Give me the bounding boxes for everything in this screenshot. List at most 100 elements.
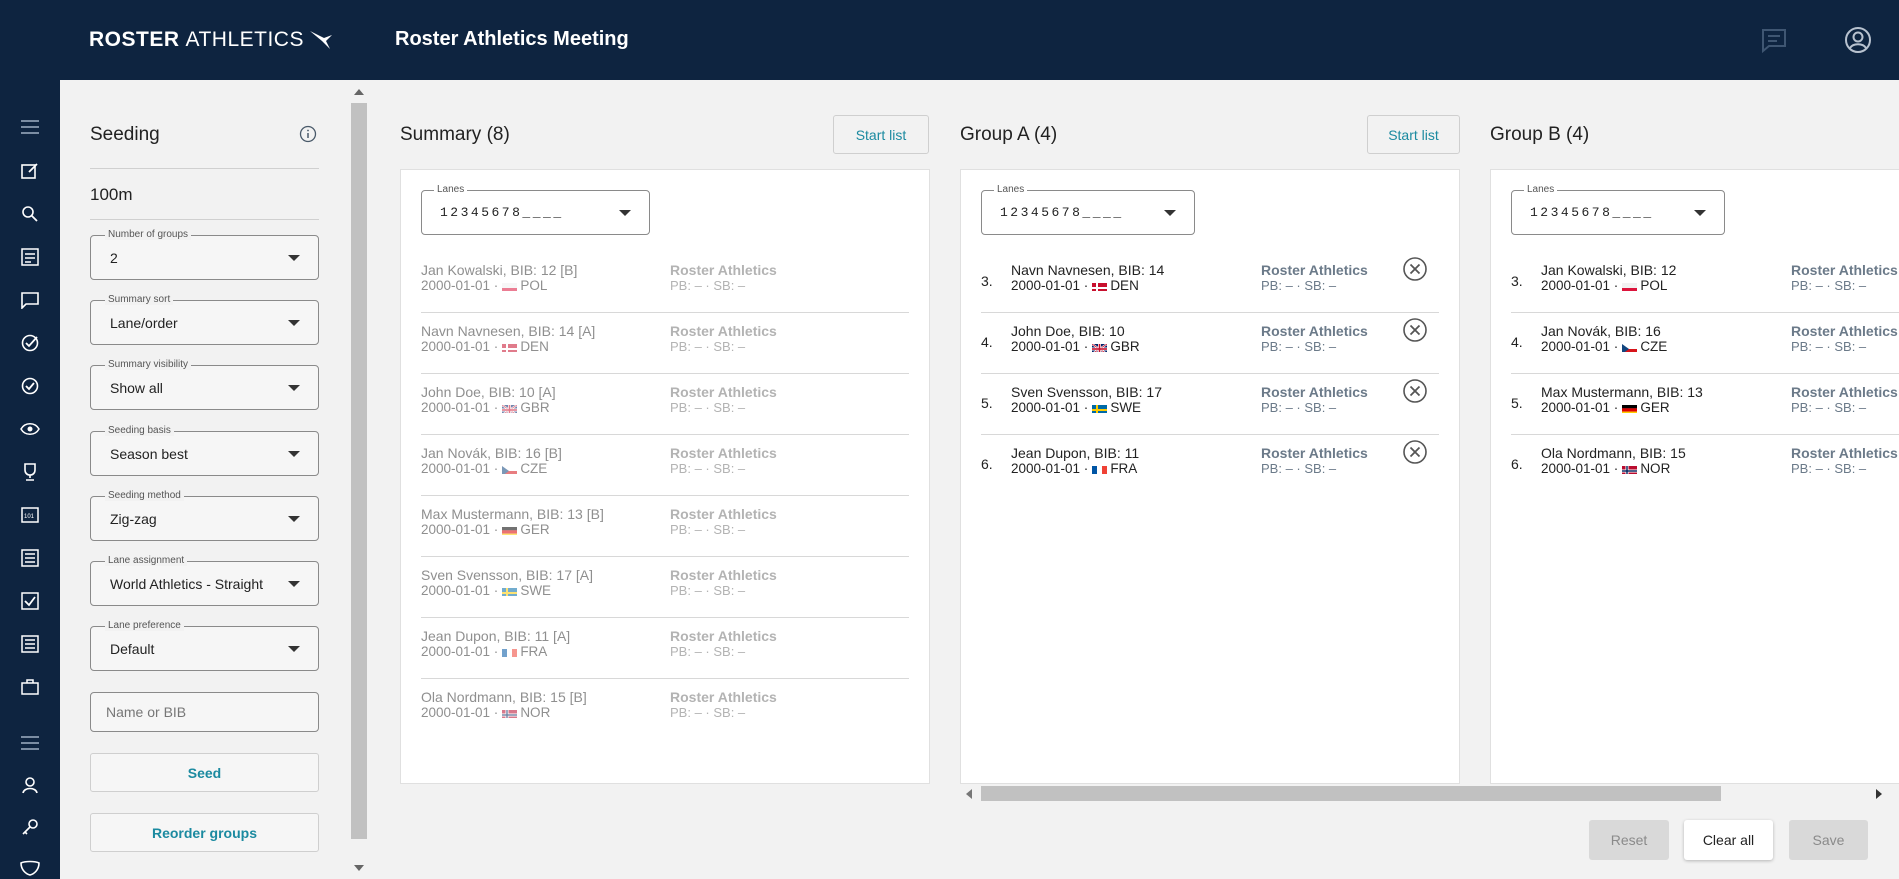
menu-icon[interactable]: [18, 731, 42, 755]
country-code: CZE: [1640, 339, 1668, 354]
athlete-row[interactable]: 5. Max Mustermann, BIB: 13 2000-01-01 · GER…: [1511, 374, 1899, 435]
summary-start-list-button[interactable]: Start list: [833, 115, 929, 154]
flag-icon: [1622, 281, 1638, 291]
group-b-lanes-select[interactable]: Lanes 12345678____: [1511, 184, 1725, 235]
remove-icon[interactable]: [1402, 256, 1428, 282]
trophy-icon[interactable]: [18, 460, 42, 484]
reset-button[interactable]: Reset: [1589, 820, 1669, 860]
lane-number: 4.: [981, 334, 993, 350]
scroll-down-icon[interactable]: [354, 865, 364, 871]
athlete-name: John Doe, BIB: 10: [1011, 323, 1125, 339]
athlete-row[interactable]: Jan Kowalski, BIB: 12 [B] 2000-01-01 · POL…: [421, 252, 909, 313]
athlete-row[interactable]: Max Mustermann, BIB: 13 [B] 2000-01-01 · G…: [421, 496, 909, 557]
athlete-details: 2000-01-01 · GBR: [1011, 339, 1140, 354]
seeding-method-select[interactable]: Seeding method Zig-zag: [90, 490, 319, 541]
briefcase-icon[interactable]: [18, 675, 42, 699]
flag-icon: [502, 708, 518, 718]
remove-icon[interactable]: [1402, 439, 1428, 465]
club-name: Roster Athletics: [1261, 384, 1368, 400]
athlete-details: 2000-01-01 · SWE: [421, 583, 551, 598]
check-icon[interactable]: [18, 374, 42, 398]
message-icon[interactable]: [18, 288, 42, 312]
lane-preference-select[interactable]: Lane preference Default: [90, 620, 319, 671]
reorder-groups-button[interactable]: Reorder groups: [90, 813, 319, 852]
summary-sort-select[interactable]: Summary sort Lane/order: [90, 294, 319, 345]
group-a-title: Group A (4): [960, 124, 1058, 145]
key-icon[interactable]: [18, 815, 42, 839]
group-a-start-list-button[interactable]: Start list: [1367, 115, 1460, 154]
athlete-details: 2000-01-01 · CZE: [1541, 339, 1667, 354]
remove-icon[interactable]: [1402, 317, 1428, 343]
birth-date: 2000-01-01 ·: [1541, 461, 1619, 476]
athlete-row[interactable]: Jean Dupon, BIB: 11 [A] 2000-01-01 · FRA Ro…: [421, 618, 909, 679]
scroll-left-icon[interactable]: [966, 789, 972, 799]
info-icon[interactable]: [299, 125, 317, 143]
number-of-groups-select[interactable]: Number of groups 2: [90, 229, 319, 280]
person-icon[interactable]: [18, 773, 42, 797]
checkbox-icon[interactable]: [18, 589, 42, 613]
shield-icon[interactable]: [18, 856, 42, 879]
athlete-name: Sven Svensson, BIB: 17 [A]: [421, 567, 593, 583]
summary-lanes-select[interactable]: Lanes 12345678____: [421, 184, 650, 235]
chevron-down-icon: [288, 516, 300, 522]
seeding-basis-select[interactable]: Seeding basis Season best: [90, 425, 319, 476]
save-button[interactable]: Save: [1789, 820, 1868, 860]
roster-athletics-logo[interactable]: ROSTER ATHLETICS: [89, 28, 334, 52]
vertical-scrollbar[interactable]: [350, 86, 368, 879]
lane-assignment-select[interactable]: Lane assignment World Athletics - Straig…: [90, 555, 319, 606]
athlete-name: Jan Novák, BIB: 16: [1541, 323, 1661, 339]
athlete-row[interactable]: 6. Ola Nordmann, BIB: 15 2000-01-01 · NOR Ro…: [1511, 435, 1899, 496]
athlete-row[interactable]: Jan Novák, BIB: 16 [B] 2000-01-01 · CZE Ros…: [421, 435, 909, 496]
menu-icon[interactable]: [18, 115, 42, 139]
country-code: NOR: [1640, 461, 1671, 476]
logo-bird-icon: [309, 31, 332, 49]
clear-all-button[interactable]: Clear all: [1684, 820, 1773, 860]
check-circle-icon[interactable]: [18, 331, 42, 355]
athlete-row[interactable]: 5. Sven Svensson, BIB: 17 2000-01-01 · SWE R…: [981, 374, 1439, 435]
lane-number: 5.: [1511, 395, 1523, 411]
chat-icon[interactable]: [1758, 24, 1790, 56]
flag-icon: [1622, 464, 1638, 474]
scrollbar-thumb[interactable]: [351, 103, 367, 839]
summary-visibility-select[interactable]: Summary visibility Show all: [90, 359, 319, 410]
athlete-row[interactable]: 6. Jean Dupon, BIB: 11 2000-01-01 · FRA Rost…: [981, 435, 1439, 496]
scrollbar-thumb[interactable]: [981, 786, 1721, 801]
horizontal-scrollbar[interactable]: [960, 784, 1882, 804]
country-code: NOR: [520, 705, 551, 720]
athlete-row[interactable]: Sven Svensson, BIB: 17 [A] 2000-01-01 · SW…: [421, 557, 909, 618]
report-icon[interactable]: [18, 632, 42, 656]
athlete-details: 2000-01-01 · POL: [421, 278, 547, 293]
scoreboard-icon[interactable]: 101: [18, 503, 42, 527]
document-icon[interactable]: [18, 546, 42, 570]
scroll-up-icon[interactable]: [354, 89, 364, 95]
search-icon[interactable]: [18, 202, 42, 226]
athlete-details: 2000-01-01 · NOR: [1541, 461, 1670, 476]
name-or-bib-input[interactable]: [90, 692, 319, 732]
seed-button[interactable]: Seed: [90, 753, 319, 792]
eye-icon[interactable]: [18, 417, 42, 441]
country-code: FRA: [520, 644, 548, 659]
athlete-row[interactable]: Navn Navnesen, BIB: 14 [A] 2000-01-01 · DE…: [421, 313, 909, 374]
group-a-lanes-select[interactable]: Lanes 12345678____: [981, 184, 1195, 235]
athlete-row[interactable]: 4. Jan Novák, BIB: 16 2000-01-01 · CZE Roste…: [1511, 313, 1899, 374]
remove-icon[interactable]: [1402, 378, 1428, 404]
chevron-down-icon: [619, 210, 631, 216]
flag-icon: [502, 647, 518, 657]
club-name: Roster Athletics: [1261, 262, 1368, 278]
athlete-row[interactable]: John Doe, BIB: 10 [A] 2000-01-01 · GBR Rost…: [421, 374, 909, 435]
athlete-row[interactable]: Ola Nordmann, BIB: 15 [B] 2000-01-01 · NOR…: [421, 679, 909, 740]
club-name: Roster Athletics: [670, 689, 777, 705]
account-icon[interactable]: [1842, 24, 1874, 56]
flag-icon: [502, 403, 518, 413]
birth-date: 2000-01-01 ·: [421, 400, 499, 415]
list-icon[interactable]: [18, 245, 42, 269]
athlete-row[interactable]: 3. Navn Navnesen, BIB: 14 2000-01-01 · DEN R…: [981, 252, 1439, 313]
scroll-right-icon[interactable]: [1876, 789, 1882, 799]
athlete-details: 2000-01-01 · DEN: [421, 339, 549, 354]
edit-icon[interactable]: [18, 159, 42, 183]
birth-date: 2000-01-01 ·: [421, 705, 499, 720]
athlete-row[interactable]: 3. Jan Kowalski, BIB: 12 2000-01-01 · POL Ro…: [1511, 252, 1899, 313]
seeding-panel: Seeding 100m Number of groups 2 Summary …: [60, 80, 350, 879]
athlete-row[interactable]: 4. John Doe, BIB: 10 2000-01-01 · GBR Roster…: [981, 313, 1439, 374]
country-code: SWE: [520, 583, 552, 598]
